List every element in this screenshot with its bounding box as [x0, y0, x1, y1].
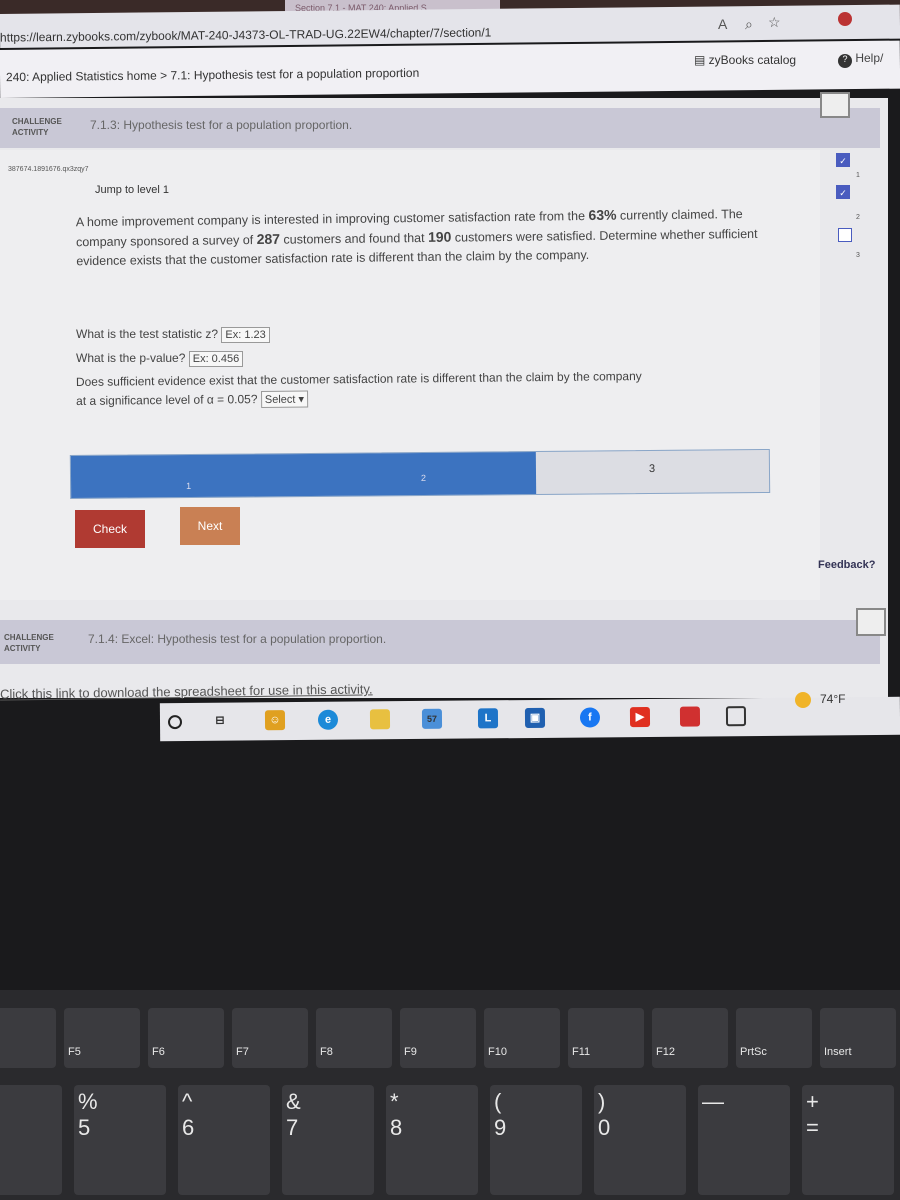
progress-fill: [70, 451, 537, 499]
problem-text: A home improvement company is interested…: [75, 206, 758, 269]
key-f7[interactable]: F7: [232, 1008, 308, 1068]
activity-title: 7.1.3: Hypothesis test for a population …: [90, 118, 353, 132]
key-number[interactable]: % 5: [74, 1085, 166, 1195]
level-marker-1: 1: [856, 172, 860, 179]
edge-icon[interactable]: e: [317, 709, 339, 730]
feedback-link[interactable]: Feedback?: [818, 559, 875, 571]
book-icon: ▤: [694, 53, 709, 67]
key-f10[interactable]: F10: [484, 1008, 560, 1068]
notepad-icon[interactable]: [725, 706, 747, 727]
search-icon[interactable]: [167, 715, 183, 730]
youtube-icon[interactable]: ▶: [629, 706, 651, 728]
key-number[interactable]: + =: [802, 1085, 894, 1195]
key-f11[interactable]: F11: [568, 1008, 644, 1068]
key-insert[interactable]: Insert: [820, 1008, 896, 1068]
check-button[interactable]: Check: [75, 510, 145, 548]
activity-header-2: CHALLENGE ACTIVITY 7.1.4: Excel: Hypothes…: [0, 620, 880, 664]
bookmark-icon[interactable]: [820, 92, 850, 118]
store-icon[interactable]: ▣: [524, 707, 546, 729]
key-f6[interactable]: F6: [148, 1008, 224, 1068]
activity-header: CHALLENGE ACTIVITY 7.1.3: Hypothesis test…: [0, 108, 880, 148]
key-f9[interactable]: F9: [400, 1008, 476, 1068]
key-number[interactable]: ^ 6: [178, 1085, 270, 1195]
bookmark-icon-2[interactable]: [856, 608, 886, 636]
level-progress-bar: 1 2 3: [69, 448, 771, 500]
evidence-select[interactable]: Select ▾: [260, 390, 309, 409]
favorite-icon[interactable]: ☆: [768, 14, 781, 31]
zoom-icon[interactable]: ⌕: [745, 16, 753, 33]
next-button[interactable]: Next: [180, 507, 240, 545]
key-number[interactable]: * 8: [386, 1085, 478, 1195]
profile-icon[interactable]: [838, 12, 852, 26]
key-number[interactable]: $: [0, 1085, 62, 1195]
mail-icon[interactable]: 57: [421, 708, 443, 729]
windows-taskbar: ⊟ ☺ e 57 L ▣ f ▶: [159, 696, 900, 742]
help-icon: ?: [838, 54, 852, 68]
activity-id: 387674.1891676.qx3zqy7: [8, 166, 89, 173]
question-evidence: Does sufficient evidence exist that the …: [75, 369, 642, 409]
jump-to-level[interactable]: Jump to level 1: [95, 184, 169, 196]
p-value-input[interactable]: Ex: 0.456: [188, 351, 244, 367]
test-statistic-input[interactable]: Ex: 1.23: [221, 327, 270, 343]
key-f8[interactable]: F8: [316, 1008, 392, 1068]
weather-sun-icon: [795, 692, 811, 708]
news-icon[interactable]: [679, 706, 701, 727]
level-1-checked-icon[interactable]: ✓: [836, 153, 850, 167]
question-test-statistic: What is the test statistic z? Ex: 1.23: [76, 327, 270, 343]
key-number[interactable]: (9: [490, 1085, 582, 1195]
activity-label: CHALLENGE ACTIVITY: [12, 117, 62, 137]
progress-level-2[interactable]: 2: [421, 473, 426, 483]
key-number[interactable]: ) 0: [594, 1085, 686, 1195]
progress-level-3[interactable]: 3: [649, 463, 655, 475]
activity-label-2: CHALLENGE ACTIVITY: [4, 633, 54, 653]
question-p-value: What is the p-value? Ex: 0.456: [76, 351, 244, 367]
level-2-checked-icon[interactable]: ✓: [836, 185, 850, 199]
chevron-down-icon: ▾: [298, 393, 305, 406]
file-explorer-icon[interactable]: [369, 709, 391, 730]
task-view-icon[interactable]: ⊟: [210, 711, 230, 731]
progress-level-1[interactable]: 1: [186, 481, 191, 491]
weather-temperature[interactable]: 74°F: [820, 692, 845, 706]
level-marker-3: 3: [856, 252, 860, 259]
l-app-icon[interactable]: L: [477, 708, 499, 729]
key-f12[interactable]: F12: [652, 1008, 728, 1068]
key-f5[interactable]: F5: [64, 1008, 140, 1068]
read-aloud-icon[interactable]: A: [718, 16, 727, 32]
facebook-icon[interactable]: f: [579, 707, 601, 728]
key-prtsc[interactable]: PrtSc: [736, 1008, 812, 1068]
level-3-box[interactable]: [838, 228, 852, 242]
key-number[interactable]: & 7: [282, 1085, 374, 1195]
level-marker-2: 2: [856, 214, 860, 221]
app-icon[interactable]: ☺: [264, 710, 286, 731]
help-link[interactable]: ? Help/: [838, 51, 883, 68]
key-number[interactable]: —: [698, 1085, 790, 1195]
activity-title-2: 7.1.4: Excel: Hypothesis test for a popu…: [88, 632, 387, 646]
catalog-link[interactable]: ▤ zyBooks catalog: [694, 53, 796, 67]
key-f4[interactable]: F4: [0, 1008, 56, 1068]
